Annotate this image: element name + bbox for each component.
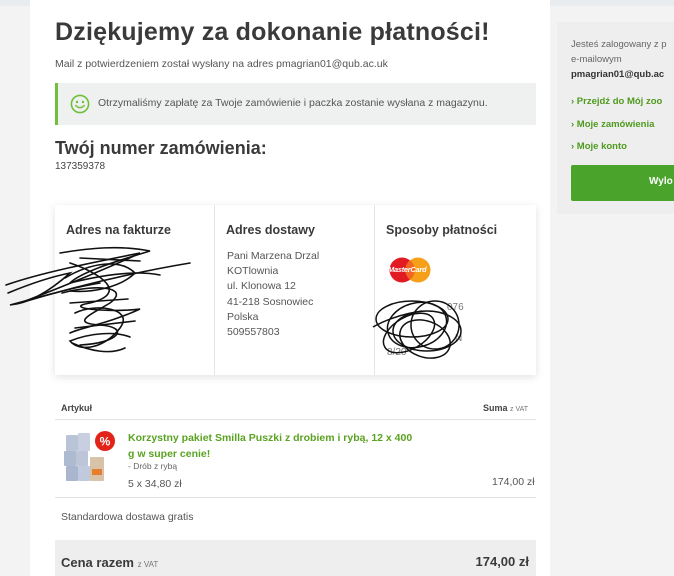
payment-method-card: Sposoby płatności MasterCard 076 N 8/20 [372, 205, 536, 375]
delivery-line: KOTlownia [227, 265, 279, 278]
total-row: Cena razem z VAT 174,00 zł [55, 540, 536, 576]
shipping-info: Standardowa dostawa gratis [61, 511, 194, 523]
logged-in-text: Jesteś zalogowany z p [571, 39, 667, 50]
account-email: pmagrian01@qub.ac [571, 69, 665, 80]
billing-address-card: Adres na fakturze [5, 205, 215, 375]
total-label: Cena razem [61, 555, 134, 570]
payment-heading: Sposoby płatności [386, 223, 498, 237]
product-name-link[interactable]: Korzystny pakiet Smilla Puszki z drobiem… [128, 430, 418, 462]
redaction-scribble [372, 300, 462, 359]
total-value: 174,00 zł [475, 554, 530, 569]
delivery-line: 509557803 [227, 326, 280, 339]
column-header-sum: Suma z VAT [483, 403, 528, 413]
logout-button[interactable]: Wylo [571, 165, 674, 201]
redaction-scribble [5, 246, 191, 353]
delivery-line: 41-218 Sosnowiec [227, 295, 314, 308]
confirmation-mail-text: Mail z potwierdzeniem został wysłany na … [55, 58, 388, 70]
column-header-sum-label: Suma [483, 403, 508, 413]
product-quantity: 5 x 34,80 zł [128, 478, 182, 490]
link-my-orders[interactable]: › Moje zamówienia [571, 119, 654, 130]
order-number: 137359378 [55, 161, 106, 172]
product-price: 174,00 zł [492, 476, 535, 488]
logout-button-label: Wylo [649, 176, 673, 187]
order-number-heading: Twój numer zamówienia: [55, 138, 267, 158]
delivery-address-card: Adres dostawy Pani Marzena Drzal KOTlown… [215, 205, 375, 375]
card-brand-text: MasterCard [388, 265, 427, 274]
payment-notice: Otrzymaliśmy zapłatę za Twoje zamówienie… [55, 83, 536, 125]
column-header-sum-note: z VAT [510, 406, 529, 413]
account-sidebar: Jesteś zalogowany z p e-mailowym pmagria… [557, 22, 674, 214]
link-my-zoo[interactable]: › Przejdź do Mój zoo [571, 96, 662, 107]
product-variant: - Drób z rybą [128, 461, 178, 471]
svg-text:%: % [100, 435, 111, 449]
smiley-icon [70, 94, 90, 114]
delivery-heading: Adres dostawy [226, 223, 315, 237]
link-my-account[interactable]: › Moje konto [571, 141, 627, 152]
product-image: % [64, 431, 115, 481]
notice-message: Otrzymaliśmy zapłatę za Twoje zamówienie… [98, 97, 488, 109]
delivery-address: Pani Marzena Drzal KOTlownia ul. Klonowa… [227, 249, 319, 340]
page-title: Dziękujemy za dokonanie płatności! [55, 18, 490, 46]
total-label-wrap: Cena razem z VAT [61, 555, 158, 570]
delivery-line: Pani Marzena Drzal [227, 250, 320, 262]
divider [55, 419, 536, 420]
total-vat-note: z VAT [137, 560, 159, 569]
delivery-line: Polska [227, 310, 259, 323]
delivery-line: ul. Klonowa 12 [227, 280, 296, 293]
logged-in-text: e-mailowym [571, 54, 622, 65]
divider [55, 497, 536, 498]
column-header-article: Artykuł [61, 403, 93, 413]
address-cards: Adres na fakturze Adres dostawy Pani Mar… [5, 205, 536, 375]
